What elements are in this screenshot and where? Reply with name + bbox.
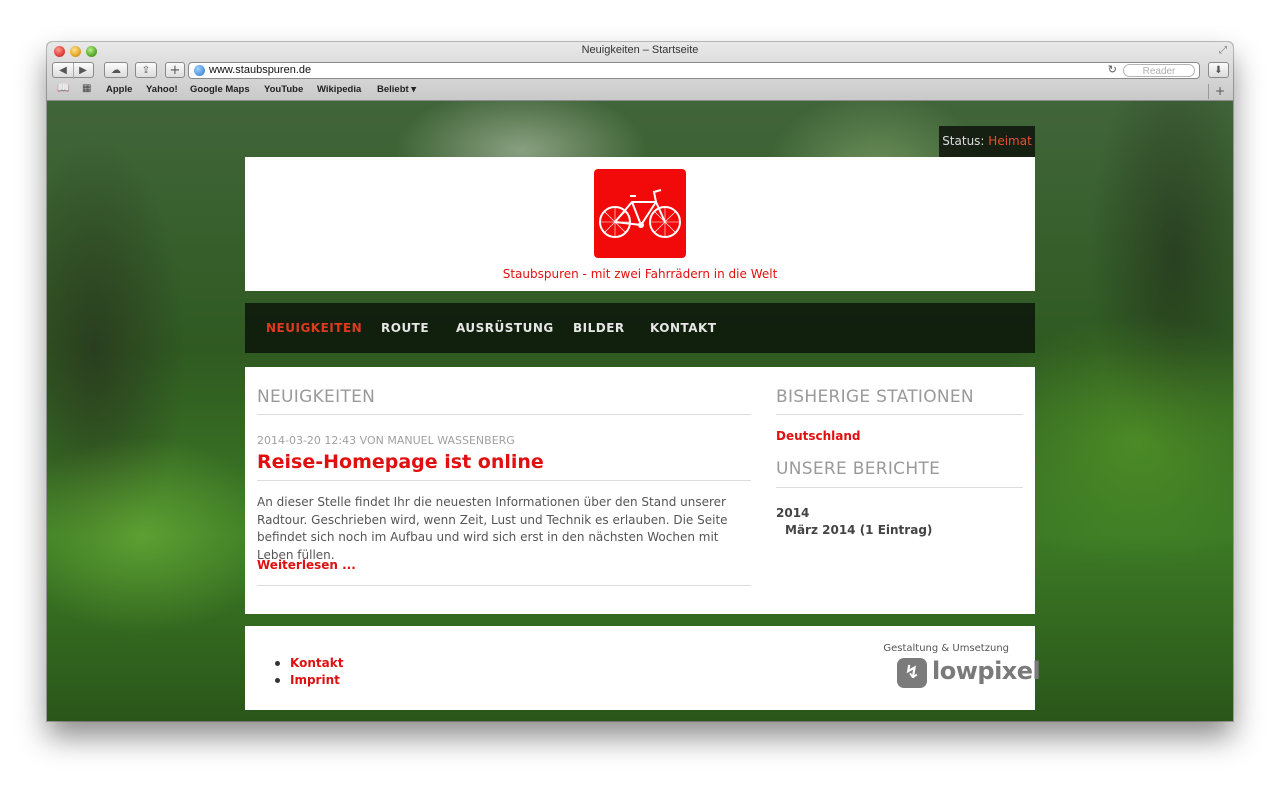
archive-month-link[interactable]: März 2014 (1 Eintrag) (785, 523, 932, 537)
back-forward-buttons: ◀ ▶ (52, 62, 94, 79)
bicycle-icon (599, 189, 681, 238)
add-bookmark-icon: + (169, 63, 181, 78)
reports-title: UNSERE BERICHTE (776, 459, 941, 479)
site-logo[interactable] (594, 169, 686, 258)
reader-button[interactable]: Reader (1123, 64, 1195, 77)
back-icon[interactable]: ◀ (54, 63, 73, 79)
site-header: Staubspuren - mit zwei Fahrrädern in die… (245, 157, 1035, 291)
lowpixel-mark-icon: ↯ (897, 658, 927, 688)
share-icon: ⇪ (141, 65, 151, 76)
reload-icon[interactable]: ↻ (1108, 63, 1117, 76)
post-excerpt: An dieser Stelle findet Ihr die neuesten… (257, 495, 728, 562)
nav-item-ausruestung[interactable]: AUSRÜSTUNG (456, 303, 554, 353)
nav-item-kontakt[interactable]: KONTAKT (650, 303, 717, 353)
globe-icon (194, 65, 205, 76)
news-section-title: NEUIGKEITEN (257, 387, 376, 407)
fullscreen-icon[interactable]: ⤢ (1219, 45, 1227, 56)
nav-item-bilder[interactable]: BILDER (573, 303, 625, 353)
bookmark-folder-beliebt[interactable]: Beliebt ▾ (377, 84, 416, 95)
add-bookmark-button[interactable]: + (165, 62, 185, 78)
read-more-link[interactable]: Weiterlesen ... (257, 558, 356, 572)
browser-toolbar: ◀ ▶ ☁ ⇪ + www.staubspuren.de ↻ Reader ⬇ (47, 61, 1233, 81)
icloud-tabs-button[interactable]: ☁ (104, 62, 128, 78)
browser-window: Neuigkeiten – Startseite ⤢ ◀ ▶ ☁ ⇪ + www.… (47, 42, 1233, 721)
title-bar: Neuigkeiten – Startseite ⤢ (47, 42, 1233, 60)
nav-item-neuigkeiten[interactable]: NEUIGKEITEN (266, 303, 362, 353)
lowpixel-logo[interactable]: ↯ lowpixel (897, 657, 1041, 690)
web-page: Status: Heimat Staubspuren - mit zwei Fa… (47, 101, 1233, 721)
bookmarks-bar: 📖 ▦ Apple Yahoo! Google Maps YouTube Wik… (47, 82, 1233, 99)
address-bar[interactable]: www.staubspuren.de ↻ Reader (188, 62, 1200, 79)
bookmark-google-maps[interactable]: Google Maps (190, 84, 250, 95)
nav-item-route[interactable]: ROUTE (381, 303, 429, 353)
post-meta: 2014-03-20 12:43 VON MANUEL WASSENBERG (257, 434, 515, 447)
top-sites-grid-icon[interactable]: ▦ (82, 83, 91, 94)
bookmark-yahoo[interactable]: Yahoo! (146, 84, 178, 95)
window-title: Neuigkeiten – Startseite (581, 44, 699, 56)
footer-link-kontakt[interactable]: Kontakt (275, 655, 343, 672)
travel-status: Status: Heimat (939, 126, 1035, 157)
archive-year: 2014 (776, 506, 810, 520)
divider (257, 414, 751, 415)
icloud-icon: ☁ (111, 65, 121, 76)
post-title-link[interactable]: Reise-Homepage ist online (257, 451, 544, 473)
bookmark-wikipedia[interactable]: Wikipedia (317, 84, 361, 95)
site-footer: Kontakt Imprint Gestaltung & Umsetzung ↯… (245, 626, 1041, 710)
station-link-deutschland[interactable]: Deutschland (776, 429, 861, 443)
divider (257, 585, 751, 586)
content-area: NEUIGKEITEN 2014-03-20 12:43 VON MANUEL … (245, 367, 1035, 614)
new-tab-icon[interactable]: + (1208, 84, 1231, 99)
bookmarks-book-icon[interactable]: 📖 (57, 83, 69, 94)
downloads-button[interactable]: ⬇ (1208, 62, 1229, 78)
site-tagline[interactable]: Staubspuren - mit zwei Fahrrädern in die… (245, 267, 1035, 281)
download-icon: ⬇ (1214, 65, 1223, 76)
design-credit: Gestaltung & Umsetzung (883, 643, 1009, 654)
lowpixel-wordmark: lowpixel (932, 657, 1041, 685)
divider (257, 480, 751, 481)
main-nav: NEUIGKEITEN ROUTE AUSRÜSTUNG BILDER KONT… (245, 303, 1035, 353)
status-label: Status: (942, 134, 985, 148)
divider (776, 414, 1023, 415)
url-text[interactable]: www.staubspuren.de (209, 64, 311, 76)
forward-icon[interactable]: ▶ (72, 63, 93, 79)
footer-link-imprint[interactable]: Imprint (275, 672, 343, 689)
bookmark-youtube[interactable]: YouTube (264, 84, 303, 95)
status-value: Heimat (988, 134, 1032, 148)
stations-title: BISHERIGE STATIONEN (776, 387, 974, 407)
share-button[interactable]: ⇪ (135, 62, 157, 78)
divider (776, 487, 1023, 488)
bookmark-apple[interactable]: Apple (106, 84, 132, 95)
browser-chrome: Neuigkeiten – Startseite ⤢ ◀ ▶ ☁ ⇪ + www.… (47, 42, 1233, 101)
footer-links: Kontakt Imprint (275, 655, 343, 689)
